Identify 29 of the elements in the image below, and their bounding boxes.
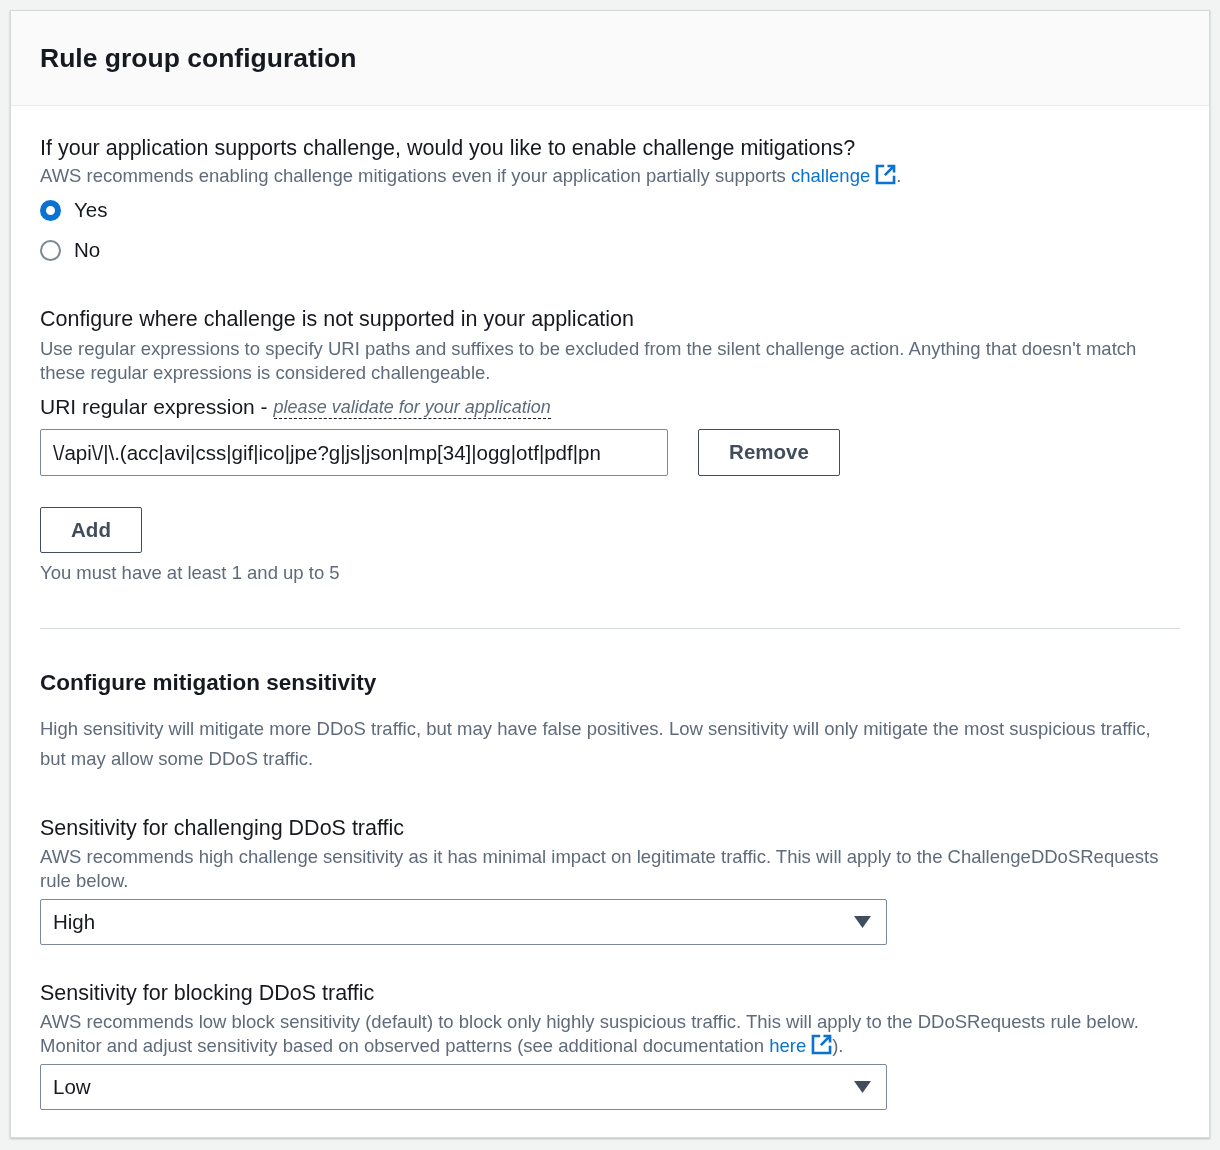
description-text: High sensitivity will mitigate more DDoS traffic, but may have false positives. Low sensitivity will only mitigate the most suspicious traffic, but may allow some DDoS traffic. — [40, 717, 1152, 771]
caret-icon — [854, 916, 871, 928]
description-text: Use regular expressions to specify URI paths and suffixes to be excluded from the silent challenge action. Anything that doesn't match these regular expressions is considered challengeable. — [40, 337, 1138, 385]
question-text: If your application supports challenge, would you like to enable challenge mitigations? — [40, 135, 857, 162]
sensitivity-select[interactable]: High — [40, 899, 887, 945]
section-heading: Configure mitigation sensitivity — [40, 669, 378, 697]
radio-label[interactable]: Yes — [74, 196, 108, 224]
documentation-link[interactable]: challenge — [791, 165, 897, 186]
section-title: Configure where challenge is not supported in your application — [40, 306, 635, 333]
external-link-icon — [811, 1034, 833, 1055]
radio-label[interactable]: No — [74, 236, 101, 264]
description-text: AWS recommends enabling challenge mitigations even if your application partially supports challenge . — [40, 164, 903, 188]
setting-label: Sensitivity for challenging DDoS traffic — [40, 815, 406, 842]
validation-hint-link[interactable]: please validate for your application — [273, 395, 551, 419]
external-link-icon — [875, 164, 897, 185]
description-text: AWS recommends high challenge sensitivity as it has minimal impact on legitimate traffic. This will apply to the ChallengeDDoSRequests rule below. — [40, 845, 1160, 893]
radio-button[interactable] — [40, 199, 61, 221]
add-button[interactable]: Add — [40, 507, 142, 553]
description-text: AWS recommends low block sensitivity (default) to block only highly suspicious traffic. This will apply to the DDoSRequests rule below. Monitor and adjust sensitivity based on observed patterns (see additional documentation here ). — [40, 1010, 1140, 1058]
remove-button[interactable]: Remove — [698, 429, 840, 476]
panel-title: Rule group configuration — [40, 42, 357, 74]
documentation-link[interactable]: here — [769, 1035, 833, 1056]
sensitivity-select[interactable]: Low — [40, 1064, 887, 1110]
regex-input-field[interactable]: \/api\/|\.(acc|avi|css|gif|ico|jpe?g|js|json|mp[34]|ogg|otf|pdf|pn — [40, 429, 668, 476]
setting-label: Sensitivity for blocking DDoS traffic — [40, 980, 376, 1007]
constraint-text: You must have at least 1 and up to 5 — [40, 561, 341, 585]
caret-icon — [854, 1081, 871, 1093]
field-label: URI regular expression - — [40, 394, 268, 420]
radio-button[interactable] — [40, 239, 61, 261]
